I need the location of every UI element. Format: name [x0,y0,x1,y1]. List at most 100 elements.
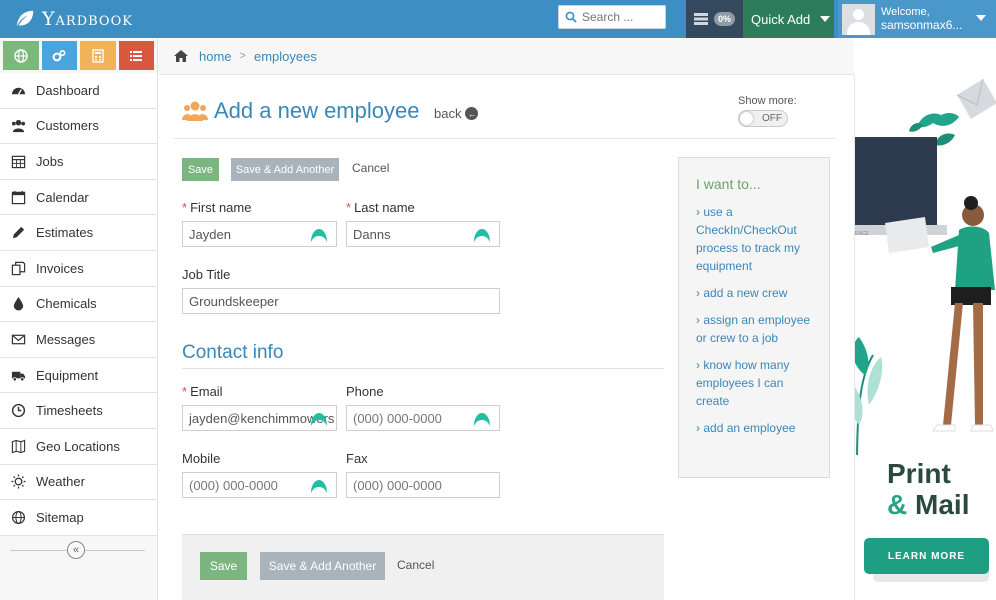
logo-text: Yardbook [42,8,133,30]
divider [174,138,836,139]
i-want-link[interactable]: › add an employee [696,419,819,437]
fax-field[interactable]: (000) 000-0000 [346,472,500,498]
last-name-value: Danns [353,226,391,242]
advertisement[interactable]: ENCE Print & Mail LEARN MORE [854,75,996,600]
toggle-state: OFF [762,113,782,124]
svg-text:ENCE: ENCE [855,231,870,237]
mobile-label: Mobile [182,451,221,466]
search-box[interactable] [558,5,666,29]
breadcrumb-employees[interactable]: employees [254,49,317,64]
save-button[interactable]: Save [200,552,247,580]
i-want-to-heading: I want to... [696,176,761,192]
sidebar-item-calendar[interactable]: Calendar [0,179,157,216]
copy-icon [11,261,25,275]
server-icon [693,13,708,25]
map-icon [11,439,25,454]
save-add-another-button[interactable]: Save & Add Another [260,552,385,580]
i-want-link[interactable]: › assign an employee or crew to a job [696,311,819,347]
last-name-label: * Last name [346,200,415,215]
save-button[interactable]: Save [182,158,219,181]
show-more-toggle[interactable]: OFF [738,110,788,127]
save-add-another-button[interactable]: Save & Add Another [231,158,339,181]
email-field[interactable]: jayden@kenchimmowers [182,405,337,431]
users-icon [182,101,208,121]
phone-placeholder: (000) 000-0000 [353,410,442,426]
toggle-knob [740,112,753,125]
sidebar: Dashboard Customers Jobs Calendar Estima… [0,38,158,600]
mobile-field[interactable]: (000) 000-0000 [182,472,337,498]
sidebar-item-invoices[interactable]: Invoices [0,250,157,287]
progress-badge: 0% [713,12,735,26]
sidebar-item-label: Geo Locations [36,438,120,454]
breadcrumb-separator: > [239,50,246,62]
fax-placeholder: (000) 000-0000 [353,477,442,493]
search-input[interactable] [582,10,662,24]
autofill-icon[interactable] [310,410,328,428]
arrow-left-icon: ← [465,107,479,120]
sidebar-item-label: Jobs [36,153,64,169]
first-name-field[interactable]: Jayden [182,221,337,247]
collapse-sidebar-button[interactable]: « [67,540,85,559]
page-title-text: Add a new employee [214,98,420,123]
learn-more-button[interactable]: LEARN MORE [864,538,989,574]
job-title-value: Groundskeeper [189,293,279,309]
quick-add-label: Quick Add [751,11,811,27]
quick-icon-cogs[interactable] [41,41,77,70]
calculator-icon [92,48,104,63]
globe-icon [14,48,28,63]
avatar [842,3,875,35]
truck-icon [11,371,25,381]
yardbook-logo[interactable]: Yardbook [14,6,133,32]
username: samsonmax6... [881,18,963,32]
main-content: Add a new employee back ← Show more: OFF… [159,75,854,600]
sidebar-item-label: Customers [36,118,99,134]
sidebar-item-weather[interactable]: Weather [0,464,157,501]
phone-field[interactable]: (000) 000-0000 [346,405,500,431]
quick-icon-list[interactable] [118,41,154,70]
envelope-icon [11,334,25,345]
chevron-down-icon [820,16,831,22]
contact-info-heading: Contact info [182,342,284,363]
i-want-link[interactable]: › add a new crew [696,284,819,302]
sidebar-item-sitemap[interactable]: Sitemap [0,500,157,536]
ad-illustration: ENCE [855,78,996,455]
cancel-button[interactable]: Cancel [352,161,389,175]
back-link[interactable]: back ← [434,106,479,121]
i-want-link[interactable]: › know how many employees I can create [696,356,819,410]
breadcrumb-home[interactable]: home [199,49,232,64]
sidebar-item-equipment[interactable]: Equipment [0,357,157,394]
sidebar-item-estimates[interactable]: Estimates [0,215,157,251]
autofill-icon[interactable] [310,226,328,244]
phone-label: Phone [346,384,384,399]
list-icon [130,50,143,61]
first-name-value: Jayden [189,226,231,242]
autofill-icon[interactable] [310,477,328,495]
user-menu[interactable]: Welcome, samsonmax6... [838,0,996,38]
i-want-link[interactable]: › use a CheckIn/CheckOut process to trac… [696,203,819,275]
sidebar-item-dashboard[interactable]: Dashboard [0,73,157,109]
progress-indicator[interactable]: 0% [686,0,743,38]
sidebar-item-chemicals[interactable]: Chemicals [0,286,157,323]
job-title-field[interactable]: Groundskeeper [182,288,500,314]
sidebar-item-timesheets[interactable]: Timesheets [0,393,157,429]
chevron-down-icon [976,15,986,21]
form-footer: Save Save & Add Another Cancel [182,534,664,600]
back-label: back [434,106,462,121]
search-icon [565,11,577,23]
sidebar-item-jobs[interactable]: Jobs [0,144,157,180]
autofill-icon[interactable] [473,410,491,428]
quick-icon-calculator[interactable] [80,41,116,70]
last-name-field[interactable]: Danns [346,221,500,247]
cancel-button[interactable]: Cancel [397,558,434,572]
first-name-label: * First name [182,200,252,215]
sidebar-item-geo-locations[interactable]: Geo Locations [0,428,157,465]
autofill-icon[interactable] [473,226,491,244]
quick-add-button[interactable]: Quick Add [743,0,834,38]
sidebar-item-messages[interactable]: Messages [0,322,157,358]
top-bar: Yardbook 0% Quick Add Welcome, samsonmax… [0,0,996,38]
pencil-icon [12,227,24,239]
sidebar-item-customers[interactable]: Customers [0,108,157,145]
home-icon[interactable] [173,49,189,63]
quick-icon-globe[interactable] [3,41,39,70]
page-title: Add a new employee [182,98,419,124]
